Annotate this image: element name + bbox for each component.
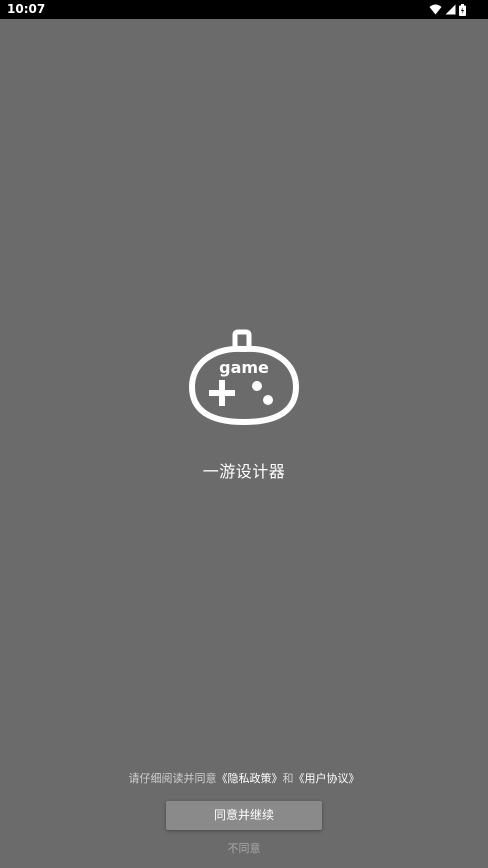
privacy-policy-link[interactable]: 《隐私政策》: [217, 772, 283, 785]
app-name: 一游设计器: [202, 462, 286, 481]
agreement-conjunction: 和: [282, 772, 294, 785]
status-icons: [429, 3, 466, 16]
battery-icon: [459, 3, 466, 16]
disagree-button[interactable]: 不同意: [0, 840, 488, 856]
gamepad-icon: game: [188, 329, 300, 426]
logo-text: game: [219, 358, 269, 377]
agree-continue-button[interactable]: 同意并继续: [166, 801, 322, 830]
status-bar: 10:07: [0, 0, 488, 19]
signal-icon: [445, 4, 456, 15]
status-time: 10:07: [7, 2, 46, 16]
agreement-prefix: 请仔细阅读并同意: [128, 772, 217, 785]
wifi-icon: [429, 4, 442, 15]
agreement-text: 请仔细阅读并同意《隐私政策》和《用户协议》: [0, 770, 488, 786]
splash-screen: 10:07 game 一游设计器 请仔细阅读并同意《隐私政策》和《用户协议》 同…: [0, 0, 488, 868]
user-agreement-link[interactable]: 《用户协议》: [294, 772, 360, 785]
app-logo: game: [188, 329, 300, 427]
